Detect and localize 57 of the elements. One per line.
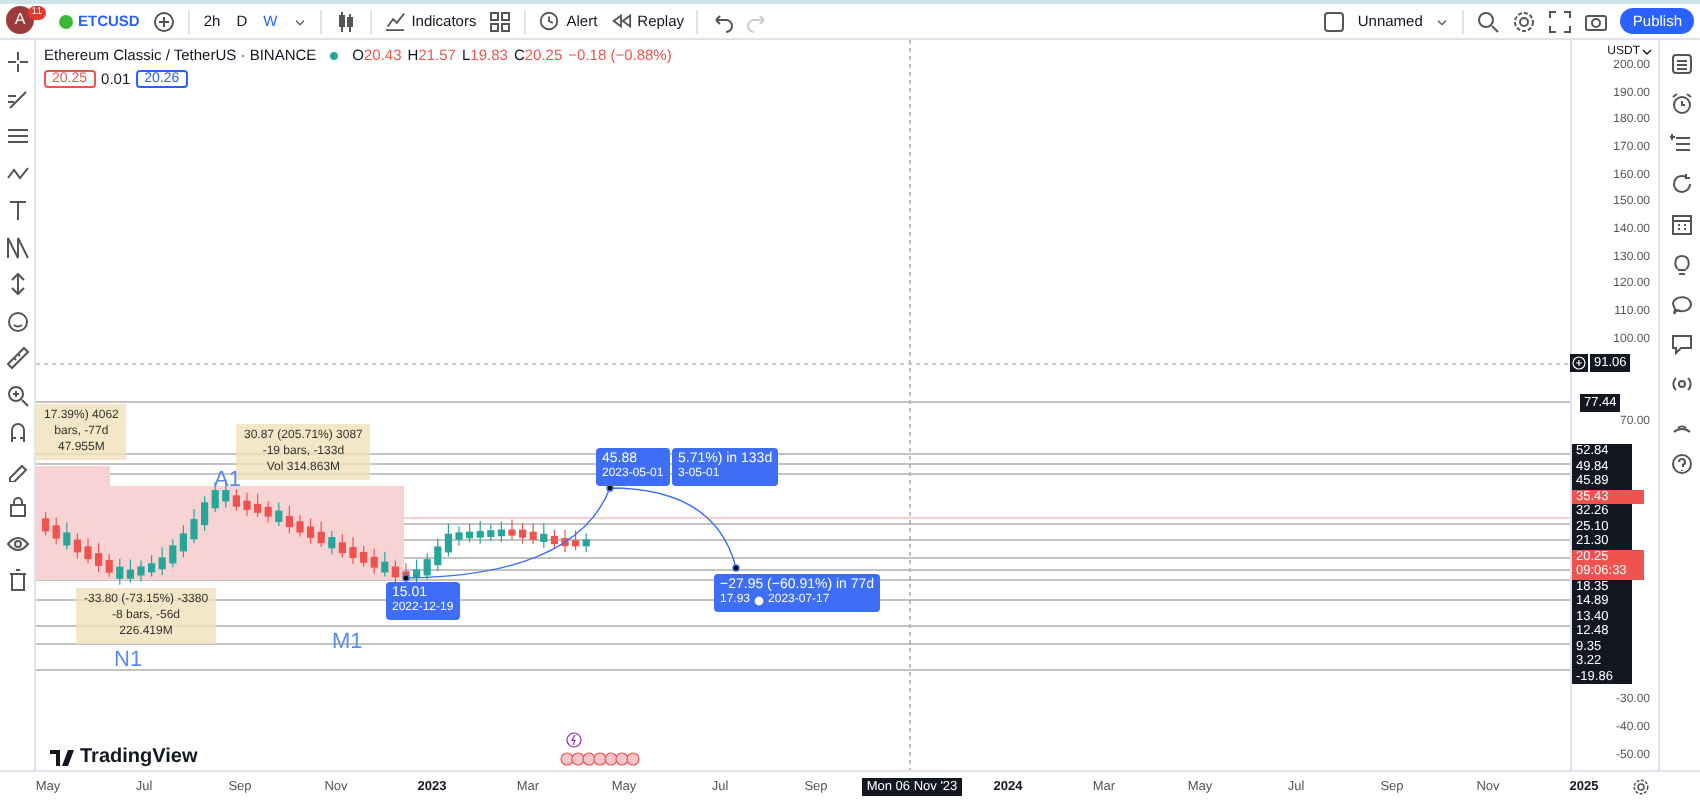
undo-icon[interactable] <box>710 9 735 33</box>
text-icon[interactable] <box>5 198 29 222</box>
smiley-icon[interactable] <box>5 309 29 333</box>
wave-label: N1 <box>114 648 143 672</box>
zoom-icon[interactable] <box>5 383 29 407</box>
watchlist-icon[interactable] <box>1669 52 1693 76</box>
trend-line-icon[interactable] <box>5 87 29 111</box>
broadcast-icon[interactable] <box>1669 372 1693 396</box>
chat-bubble-icon[interactable] <box>1669 292 1693 316</box>
message-icon[interactable] <box>1669 332 1693 356</box>
magnet-icon[interactable] <box>5 420 29 444</box>
candle <box>561 529 569 553</box>
wave-label: M1 <box>332 630 363 654</box>
candle <box>137 559 145 583</box>
list-plus-icon[interactable] <box>1669 132 1693 156</box>
candle <box>84 537 92 564</box>
eye-icon[interactable] <box>5 531 29 555</box>
settings-icon[interactable] <box>1632 778 1650 796</box>
lock-icon[interactable] <box>5 494 29 518</box>
lines-icon[interactable] <box>5 124 29 148</box>
crosshair-icon[interactable] <box>5 50 29 74</box>
lightning-icon[interactable] <box>566 732 582 748</box>
settings-icon[interactable] <box>1512 9 1537 33</box>
clock-icon <box>538 10 561 32</box>
candles-icon[interactable] <box>333 9 358 33</box>
help-icon[interactable] <box>1669 452 1693 476</box>
add-circle-icon[interactable] <box>151 9 176 33</box>
alarm-clock-icon[interactable] <box>1669 92 1693 116</box>
wave-label: A1 <box>214 468 241 492</box>
brand-logo: TradingView <box>50 746 198 768</box>
cycle-icon[interactable] <box>1669 172 1693 196</box>
candle <box>243 492 251 517</box>
candle <box>455 525 463 547</box>
coin-icon <box>58 13 74 29</box>
add-icon[interactable] <box>1570 354 1588 372</box>
camera-icon[interactable] <box>1584 9 1609 33</box>
candle <box>508 518 516 541</box>
caret-icon[interactable] <box>1642 48 1652 56</box>
lightbulb-icon[interactable] <box>1669 252 1693 276</box>
calendar-icon[interactable] <box>1669 212 1693 236</box>
candle <box>296 514 304 538</box>
candle <box>349 536 357 565</box>
fullscreen-icon[interactable] <box>1548 9 1573 33</box>
trash-icon[interactable] <box>5 568 29 592</box>
search-icon[interactable] <box>1476 9 1501 33</box>
status-dot <box>330 51 339 59</box>
measure-icon[interactable] <box>5 272 29 296</box>
user-avatar[interactable]: A <box>6 5 34 33</box>
candle <box>190 508 198 544</box>
dot-icon <box>754 596 765 606</box>
line-chart-icon <box>383 10 406 32</box>
events-icon[interactable] <box>560 752 644 766</box>
layout-square-icon[interactable] <box>1321 9 1346 33</box>
ruler-icon[interactable] <box>5 346 29 370</box>
templates-grid-icon[interactable] <box>488 9 513 33</box>
rewind-icon <box>609 10 632 32</box>
zigzag-icon[interactable] <box>5 235 29 259</box>
